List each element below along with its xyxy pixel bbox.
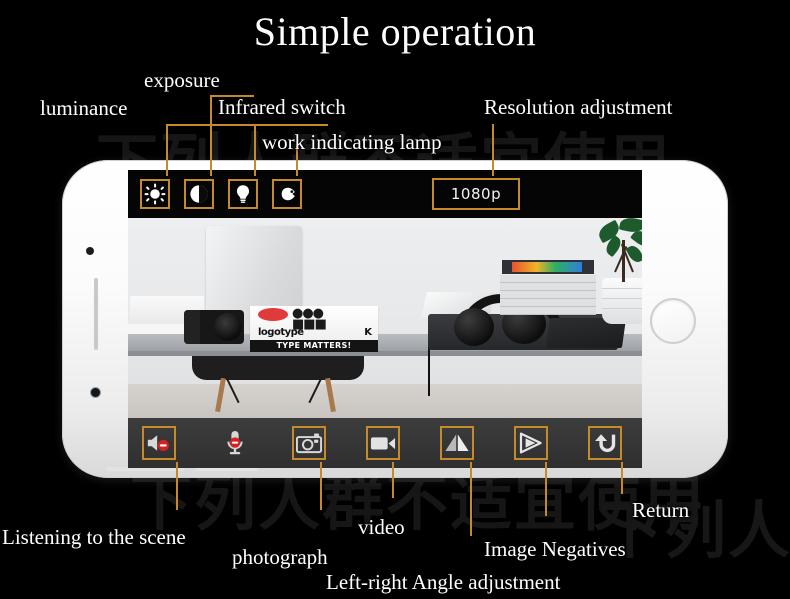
callout-label-exposure: exposure — [144, 68, 220, 92]
scene-stack-top-book — [502, 260, 594, 274]
contrast-icon[interactable] — [184, 179, 214, 209]
leader-v-angle — [470, 462, 472, 536]
scene-plant-pot — [602, 278, 642, 324]
scene-book-spine-mark: K — [364, 327, 372, 338]
callout-label-luminance: luminance — [40, 96, 128, 120]
ir-lamp-icon[interactable] — [272, 179, 302, 209]
watermark-bottom-right: 下列人群不适宜使用 — [600, 494, 790, 567]
scene-book-typematters: TYPE MATTERS! — [250, 340, 378, 352]
leader-v-listening — [176, 462, 178, 510]
scene-stack-cover-art — [512, 262, 582, 272]
mirror-button[interactable] — [514, 426, 548, 460]
return-arrow-icon — [595, 434, 616, 453]
camera-icon — [296, 433, 322, 454]
callout-label-work-lamp: work indicating lamp — [262, 130, 442, 154]
callout-label-photograph: photograph — [232, 545, 328, 569]
callout-label-resolution: Resolution adjustment — [484, 95, 673, 119]
page-title: Simple operation — [253, 9, 537, 54]
photo-button[interactable] — [292, 426, 326, 460]
phone-screen: 1080p  — [128, 170, 642, 468]
scene-camera — [184, 310, 244, 344]
mute-speaker-button[interactable] — [142, 426, 176, 460]
resolution-button[interactable]: 1080p — [432, 178, 520, 210]
app-bottombar — [128, 418, 642, 468]
leader-v-photograph — [320, 462, 322, 510]
page-root: 下列人群不适宜使用 下列人群不适宜使用 下列人群不适宜使用 Simple ope… — [0, 0, 790, 599]
leader-v-return — [621, 462, 623, 494]
scene-stack-layer-3 — [500, 291, 596, 299]
viewfinder:  ●●●■■■ logotype K TYPE — [128, 218, 642, 418]
light-bulb-glyph — [236, 185, 250, 203]
scene-book-logotype: ●●● ■■■ logotype K — [250, 306, 378, 340]
phone-device: 1080p  — [62, 160, 728, 478]
flip-button[interactable] — [440, 426, 474, 460]
apple-logo:  — [245, 262, 263, 283]
scene-stack-layer-1 — [500, 275, 596, 283]
leader-v-resolution — [492, 124, 494, 176]
mute-switch[interactable] — [86, 247, 94, 255]
callout-label-video: video — [358, 515, 405, 539]
half-circle-glyph — [190, 185, 208, 203]
bulb-icon[interactable] — [228, 179, 258, 209]
sun-burst-glyph — [144, 183, 166, 205]
home-button[interactable] — [650, 298, 696, 344]
scene-stack-layer-4 — [500, 299, 596, 307]
return-button[interactable] — [588, 426, 622, 460]
scene-chair — [192, 356, 364, 380]
scene-book-stack — [500, 260, 596, 315]
callout-label-return: Return — [632, 498, 690, 522]
leader-v-infrared — [254, 124, 256, 176]
scene-book-title-2: TYPE MATTERS! — [276, 341, 352, 350]
resolution-value: 1080p — [450, 185, 502, 203]
scene-stack-layer-5 — [500, 307, 596, 315]
callout-label-infrared: Infrared switch — [218, 95, 346, 119]
scene-stack-layer-2 — [500, 283, 596, 291]
leader-v-negatives — [545, 462, 547, 516]
volume-button[interactable] — [94, 278, 98, 350]
leader-v-exposure — [210, 95, 212, 176]
scene-camera-grip — [184, 310, 200, 344]
callout-label-negatives: Image Negatives — [484, 537, 626, 561]
ir-lamp-glyph — [281, 187, 295, 201]
scene-cable — [382, 310, 430, 396]
scene-camera-lens — [214, 313, 242, 341]
app-topbar: 1080p — [128, 170, 642, 218]
leader-h-infrared — [254, 124, 328, 126]
brightness-icon[interactable] — [140, 179, 170, 209]
scene-book-title: logotype — [258, 327, 304, 338]
leader-v-video — [392, 462, 394, 498]
scene-book-dot — [258, 308, 288, 321]
leader-v-luminance — [166, 124, 168, 176]
play-triangle-split-icon — [519, 432, 542, 454]
mute-mic-button[interactable] — [218, 426, 252, 460]
front-camera — [91, 388, 100, 397]
mirror-triangles-icon — [445, 434, 469, 451]
callout-label-listening: Listening to the scene — [2, 525, 186, 549]
video-camera-icon — [370, 437, 396, 450]
callout-label-angle: Left-right Angle adjustment — [326, 570, 561, 594]
scene-headphone-cup-1 — [454, 308, 494, 346]
speaker-mute-icon — [147, 435, 169, 451]
video-button[interactable] — [366, 426, 400, 460]
microphone-mute-icon — [227, 431, 243, 455]
